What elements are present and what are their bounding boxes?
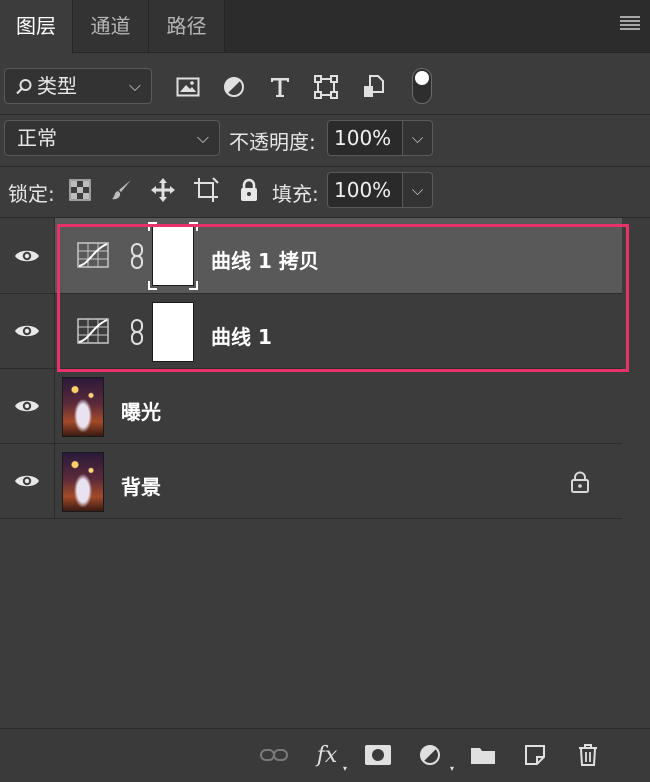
visibility-toggle[interactable] (0, 218, 55, 293)
curves-adjustment-icon (77, 318, 109, 344)
type-filter-icon[interactable] (265, 72, 295, 102)
panel-footer: fx ▾ ▾ (0, 728, 650, 782)
layer-name: 曲线 1 (211, 325, 272, 349)
layer-row-curves-1-copy[interactable]: 曲线 1 拷贝 (0, 218, 622, 294)
fill-input[interactable]: 100% (327, 172, 403, 208)
lock-icon (571, 471, 589, 493)
adjustment-filter-icon[interactable] (219, 72, 249, 102)
link-chain-icon (131, 243, 143, 269)
fill-dropdown[interactable]: ⌵ (403, 172, 433, 208)
image-filter-icon[interactable] (173, 72, 203, 102)
layer-name: 曲线 1 拷贝 (211, 249, 319, 273)
search-icon (16, 79, 32, 95)
filter-toggle-switch[interactable] (412, 68, 432, 104)
visibility-toggle[interactable] (0, 294, 55, 368)
eye-icon (15, 325, 39, 337)
new-adjustment-layer-icon[interactable]: ▾ (414, 739, 454, 773)
lock-artboard-icon[interactable] (192, 176, 220, 204)
visibility-toggle[interactable] (0, 369, 55, 443)
layer-thumbnail[interactable] (62, 452, 104, 512)
opacity-label: 不透明度: (229, 130, 316, 154)
filter-kind-select[interactable]: 类型 ⌵ (4, 68, 152, 104)
blend-mode-select[interactable]: 正常 ⌵ (4, 120, 220, 156)
fill-label: 填充: (272, 182, 319, 206)
layer-style-fx-icon[interactable]: fx ▾ (311, 739, 347, 774)
layers-list: 曲线 1 拷贝 曲线 1 曝光 背景 (0, 218, 650, 728)
layer-row-exposure[interactable]: 曝光 (0, 369, 622, 444)
tab-channels[interactable]: 通道 (73, 0, 149, 52)
layers-scrollbar[interactable] (622, 218, 650, 728)
layer-row-background[interactable]: 背景 (0, 444, 622, 519)
eye-icon (15, 475, 39, 487)
lock-image-pixels-icon[interactable] (108, 176, 136, 204)
link-layers-icon[interactable] (258, 739, 290, 771)
lock-label: 锁定: (8, 182, 55, 206)
opacity-input[interactable]: 100% (327, 120, 403, 156)
add-mask-icon[interactable] (362, 739, 394, 771)
new-group-folder-icon[interactable] (467, 739, 499, 771)
shape-filter-icon[interactable] (311, 72, 341, 102)
panel-tab-bar: 图层 通道 路径 (0, 0, 650, 53)
tab-paths[interactable]: 路径 (149, 0, 225, 52)
layer-thumbnail[interactable] (62, 377, 104, 437)
link-chain-icon (131, 319, 143, 345)
new-layer-icon[interactable] (519, 739, 551, 771)
lock-all-icon[interactable] (235, 176, 263, 204)
filter-kind-label: 类型 (37, 74, 77, 98)
smart-object-filter-icon[interactable] (358, 72, 388, 102)
mask-selected-brackets (148, 222, 198, 290)
layer-row-curves-1[interactable]: 曲线 1 (0, 294, 622, 369)
opacity-dropdown[interactable]: ⌵ (403, 120, 433, 156)
eye-icon (15, 400, 39, 412)
blend-mode-value: 正常 (17, 126, 57, 150)
chevron-down-icon: ⌵ (196, 128, 209, 147)
curves-adjustment-icon (77, 242, 109, 268)
layer-mask-thumbnail[interactable] (152, 302, 194, 362)
lock-position-icon[interactable] (149, 176, 177, 204)
layer-name: 曝光 (121, 400, 161, 424)
visibility-toggle[interactable] (0, 444, 55, 518)
panel-menu-icon[interactable] (620, 16, 640, 32)
layer-name: 背景 (121, 475, 161, 499)
chevron-down-icon: ⌵ (128, 76, 141, 95)
delete-layer-trash-icon[interactable] (572, 739, 604, 771)
eye-icon (15, 250, 39, 261)
tab-layers[interactable]: 图层 (0, 0, 73, 53)
lock-transparent-pixels-icon[interactable] (66, 176, 94, 204)
